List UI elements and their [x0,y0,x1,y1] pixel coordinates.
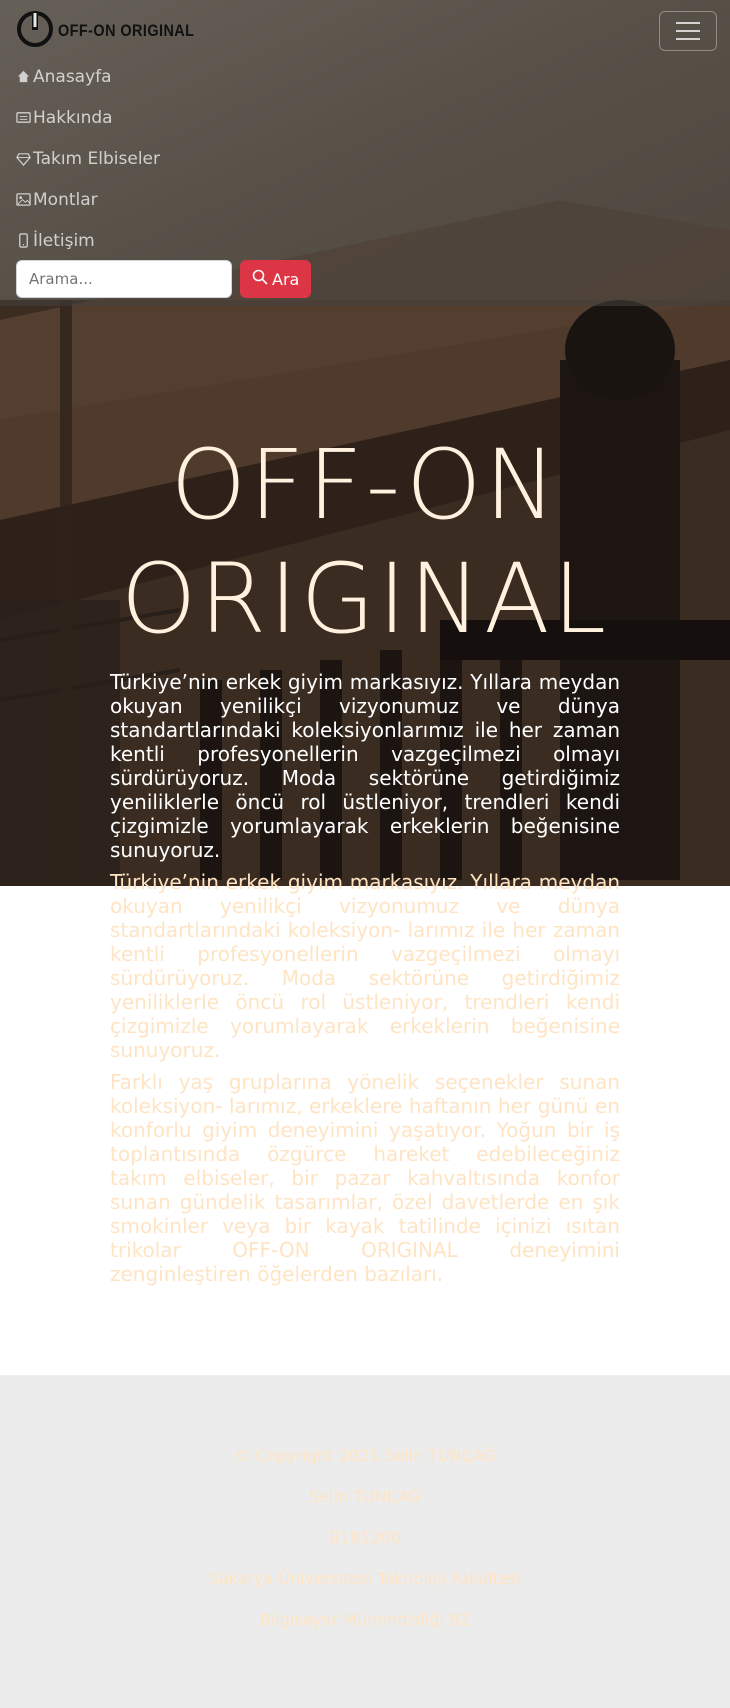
hero-title-line1: OFF-ON [170,429,560,541]
hamburger-icon[interactable] [659,11,717,51]
image-icon [16,192,32,208]
phone-icon [16,233,32,249]
nav-item-takim-elbiseler[interactable]: Takım Elbiseler [16,138,160,179]
power-icon [16,10,54,52]
nav-item-label: Takım Elbiseler [33,148,160,169]
search-input[interactable] [16,260,232,298]
brand-logo[interactable]: OFF-ON ORIGINAL [16,10,218,52]
gem-icon [16,151,32,167]
footer-author: Selin TUNÇAĞ [309,1487,421,1506]
hero-content: Türkiye’nin erkek giyim markasıyız. Yıll… [110,670,620,1294]
search-form: Ara [16,260,312,298]
intro-paragraph-repeat: Türkiye’nin erkek giyim markasıyız. Yıll… [110,870,620,1062]
nav-item-hakkinda[interactable]: Hakkında [16,97,160,138]
hero-title: OFF-ON ORIGINAL [0,428,730,656]
search-button-label: Ara [272,269,300,289]
nav-item-label: Anasayfa [33,66,112,87]
nav-item-label: İletişim [33,230,95,251]
footer-copyright: © Copyright 2021 Selin TUNÇAĞ [234,1446,496,1465]
footer-student-id: B181200 [328,1528,402,1547]
intro-paragraph: Türkiye’nin erkek giyim markasıyız. Yıll… [110,670,620,862]
footer: © Copyright 2021 Selin TUNÇAĞ Selin TUNÇ… [0,1375,730,1708]
hero-title-line2: ORIGINAL [120,543,610,655]
nav-item-anasayfa[interactable]: Anasayfa [16,56,160,97]
navbar: OFF-ON ORIGINAL Anasayfa Hakkında Takım … [0,0,730,306]
collections-paragraph: Farklı yaş gruplarına yönelik seçenekler… [110,1070,620,1286]
card-icon [16,110,32,126]
footer-university: Sakarya Üniversitesi Teknoloji Fakültesi [208,1569,522,1588]
nav-item-label: Hakkında [33,107,113,128]
brand-name: OFF-ON ORIGINAL [58,21,195,40]
search-button[interactable]: Ara [240,260,312,298]
house-icon [16,69,32,85]
nav-item-iletisim[interactable]: İletişim [16,220,160,261]
nav-menu: Anasayfa Hakkında Takım Elbiseler Montla… [16,56,160,261]
nav-item-montlar[interactable]: Montlar [16,179,160,220]
search-icon [252,269,268,289]
footer-department: Bilgisayar Mühendisliği B2 [259,1610,471,1629]
nav-item-label: Montlar [33,189,98,210]
